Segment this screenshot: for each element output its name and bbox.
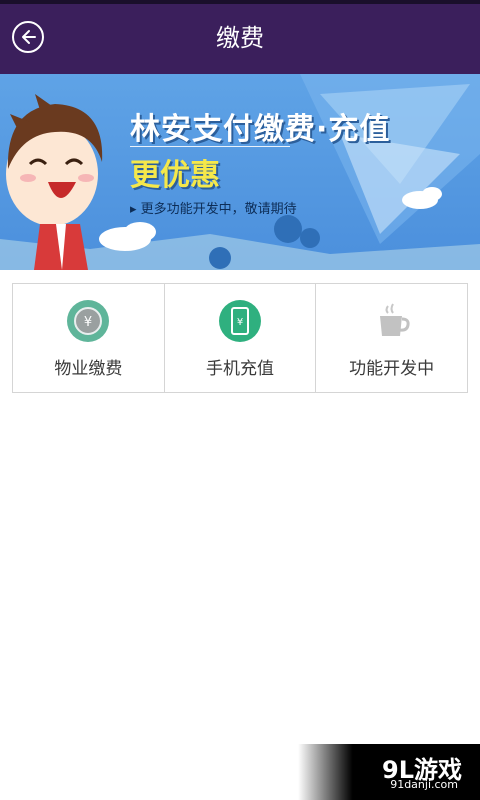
svg-text:¥: ¥: [237, 317, 243, 328]
banner-title: 林安支付缴费·充值: [130, 112, 391, 147]
promo-banner[interactable]: 林安支付缴费·充值 更优惠 ▸ 更多功能开发中，敬请期待: [0, 74, 480, 270]
coming-soon-tile[interactable]: 功能开发中: [316, 284, 467, 392]
banner-subtitle: 更优惠: [130, 158, 220, 193]
mobile-yen-icon: ¥: [219, 300, 261, 342]
watermark-url: 91danji.com: [390, 778, 458, 791]
property-fee-label: 物业缴费: [54, 359, 123, 379]
mobile-recharge-tile[interactable]: ¥ 手机充值: [165, 284, 317, 392]
service-grid: ¥ 物业缴费 ¥ 手机充值 功能开发中: [12, 283, 468, 393]
banner-note-text: 更多功能开发中，敬请期待: [140, 202, 297, 217]
banner-divider: [130, 146, 290, 147]
svg-text:¥: ¥: [84, 315, 92, 330]
coffee-cup-icon: [379, 303, 410, 336]
coming-soon-label: 功能开发中: [349, 359, 435, 379]
watermark: 9L游戏 91danji.com: [298, 744, 480, 800]
page-title: 缴费: [216, 24, 264, 52]
property-fee-tile[interactable]: ¥ 物业缴费: [13, 284, 165, 392]
mobile-recharge-label: 手机充值: [206, 359, 274, 379]
banner-note: ▸ 更多功能开发中，敬请期待: [130, 202, 297, 217]
yen-coin-icon: ¥: [67, 300, 110, 342]
